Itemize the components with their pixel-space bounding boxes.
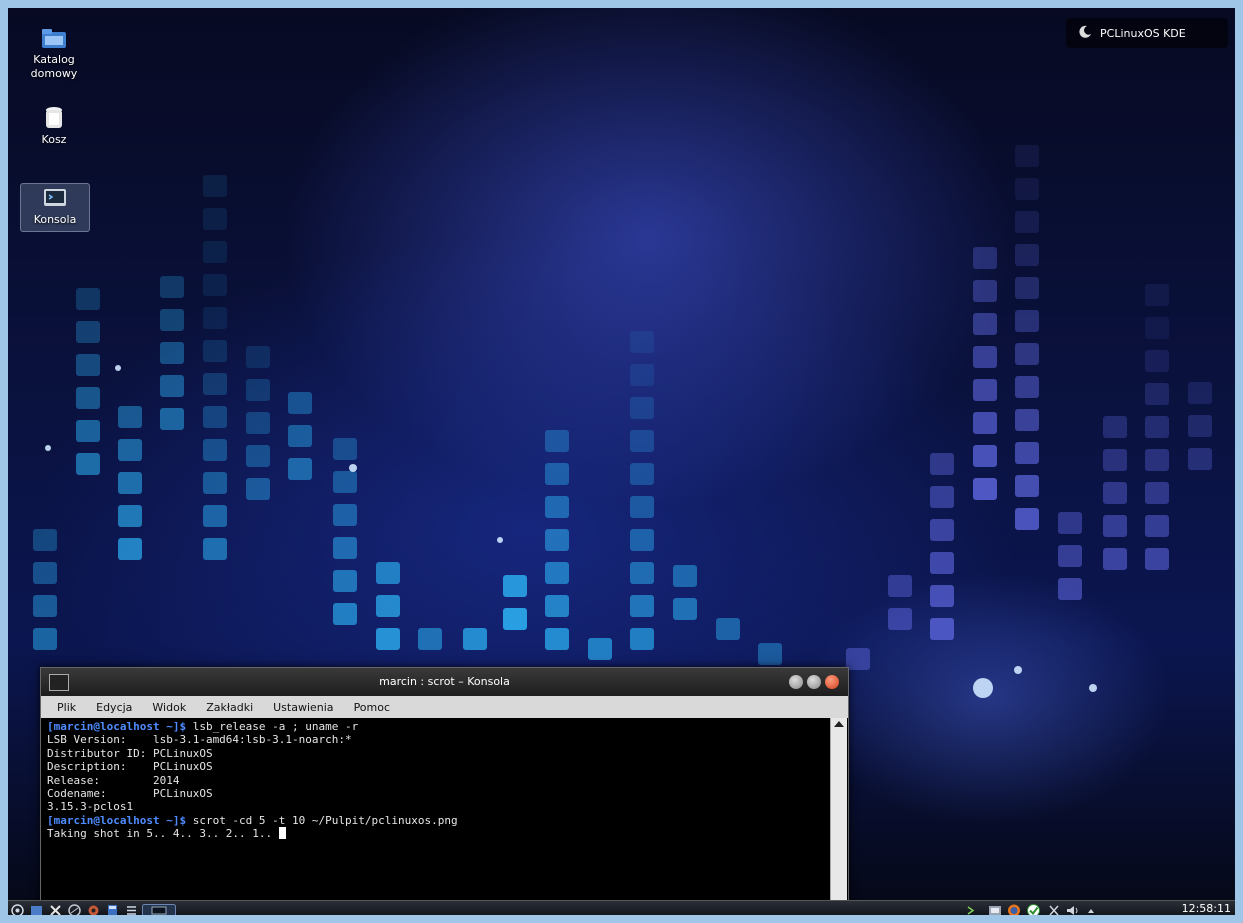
terminal-line: Taking shot in 5.. 4.. 3.. 2.. 1.. [47, 827, 824, 840]
volume-icon[interactable] [1066, 902, 1079, 915]
clipboard-icon[interactable] [988, 902, 1002, 915]
kde-menu-icon[interactable] [11, 902, 24, 915]
terminal-icon [42, 186, 68, 210]
terminal-line: Distributor ID: PCLinuxOS [47, 746, 213, 760]
pager-icon[interactable] [125, 902, 138, 915]
terminal-line: LSB Version: lsb-3.1-amd64:lsb-3.1-noarc… [47, 733, 352, 747]
firefox-icon[interactable] [1007, 902, 1021, 915]
updates-arrow-icon[interactable] [966, 902, 976, 915]
tray-expand-icon[interactable] [1086, 902, 1096, 915]
menu-ustawienia[interactable]: Ustawienia [263, 701, 343, 714]
task-konsole-icon[interactable] [142, 902, 176, 915]
konsole-window[interactable]: marcin : scrot – Konsola Plik Edycja Wid… [40, 667, 849, 909]
terminal-output[interactable]: [marcin@localhost ~]$ lsb_release -a ; u… [43, 718, 828, 904]
menubar: Plik Edycja Widok Zakładki Ustawienia Po… [41, 696, 848, 718]
network-icon[interactable] [1048, 902, 1060, 915]
desktop-icon-konsole[interactable]: Konsola [20, 183, 90, 232]
menu-widok[interactable]: Widok [142, 701, 196, 714]
folder-home-icon [41, 26, 67, 50]
desktop-icon-home[interactable]: Katalog domowy [20, 26, 88, 81]
activity-switcher[interactable]: PCLinuxOS KDE [1066, 18, 1228, 48]
desktop: Katalog domowy Kosz Konsola PCLinuxOS KD… [8, 8, 1235, 915]
terminal-scrollbar[interactable] [830, 718, 847, 906]
activity-icon [1078, 25, 1092, 42]
window-title: marcin : scrot – Konsola [379, 675, 510, 688]
system-tools-icon[interactable] [49, 902, 62, 915]
menu-zakladki[interactable]: Zakładki [196, 701, 263, 714]
terminal-line: Release: 2014 [47, 773, 180, 787]
desktop-icon-home-label: Katalog domowy [30, 53, 78, 80]
desktop-icon-trash[interactable]: Kosz [20, 106, 88, 147]
window-titlebar[interactable]: marcin : scrot – Konsola [41, 668, 848, 696]
terminal-line: [marcin@localhost ~]$ lsb_release -a ; u… [47, 720, 359, 733]
desktop-icon-trash-label: Kosz [41, 133, 67, 146]
calculator-icon[interactable] [106, 902, 119, 915]
menu-edycja[interactable]: Edycja [86, 701, 142, 714]
terminal-line: Codename: PCLinuxOS [47, 787, 213, 801]
browser-icon[interactable] [68, 902, 81, 915]
taskbar-panel: 12:58:11 [8, 900, 1235, 915]
menu-pomoc[interactable]: Pomoc [344, 701, 400, 714]
close-button[interactable] [825, 675, 839, 689]
settings-icon[interactable] [87, 902, 100, 915]
show-desktop-icon[interactable] [30, 902, 43, 915]
terminal-line: [marcin@localhost ~]$ scrot -cd 5 -t 10 … [47, 813, 458, 827]
terminal-line: Description: PCLinuxOS [47, 760, 213, 774]
panel-clock[interactable]: 12:58:11 [1182, 901, 1231, 915]
trash-icon [41, 106, 67, 130]
check-ok-icon[interactable] [1026, 902, 1041, 915]
minimize-button[interactable] [789, 675, 803, 689]
desktop-icon-konsole-label: Konsola [33, 213, 77, 226]
activity-label: PCLinuxOS KDE [1100, 26, 1186, 40]
scroll-up-arrow-icon[interactable] [834, 721, 844, 727]
menu-plik[interactable]: Plik [41, 701, 86, 714]
terminal-cursor [278, 827, 286, 840]
maximize-button[interactable] [807, 675, 821, 689]
terminal-line: 3.15.3-pclos1 [47, 800, 134, 814]
